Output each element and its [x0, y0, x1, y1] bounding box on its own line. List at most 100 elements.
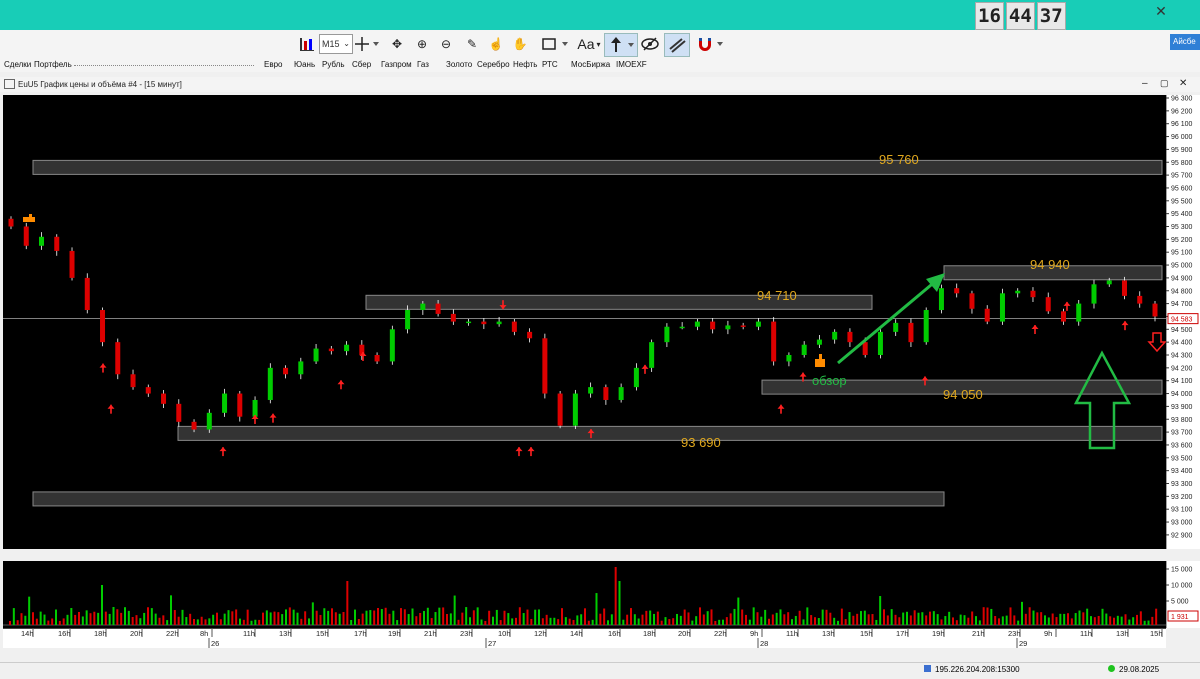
volume-bar: [875, 619, 878, 625]
volume-bar: [971, 611, 974, 625]
chart-bars-icon[interactable]: [298, 33, 316, 55]
right-panel-button[interactable]: Айсбе: [1170, 34, 1200, 50]
candle-body: [267, 367, 273, 400]
maximize-icon[interactable]: ▢: [1160, 78, 1169, 89]
price-tick-label: 93 500: [1171, 455, 1193, 462]
time-tick-label: 16h: [58, 629, 71, 638]
volume-bar: [771, 614, 774, 625]
instrument-gas[interactable]: Газ: [417, 60, 429, 69]
time-tick-label: 21h: [424, 629, 437, 638]
candle-body: [374, 355, 380, 362]
volume-bar: [702, 614, 705, 625]
hide-drawings-icon[interactable]: [640, 33, 660, 55]
volume-bar: [1009, 607, 1012, 625]
pointer-hand-icon[interactable]: ☝: [488, 33, 504, 55]
candle-body: [1106, 280, 1112, 285]
tab-deals[interactable]: Сделки: [4, 60, 31, 69]
clock-seconds: 37: [1036, 2, 1066, 30]
volume-bar: [515, 617, 517, 625]
instrument-sber[interactable]: Сбер: [352, 60, 371, 69]
volume-bar: [453, 595, 456, 625]
candle-body: [145, 387, 151, 394]
volume-bar: [1063, 613, 1066, 625]
volume-bar: [246, 609, 249, 625]
volume-bar: [691, 620, 694, 625]
minimize-icon[interactable]: –: [1142, 78, 1148, 89]
crosshair-icon[interactable]: [352, 33, 382, 55]
volume-bar: [1040, 612, 1043, 625]
instrument-oil[interactable]: Нефть: [513, 60, 537, 69]
volume-current-label: 1 931: [1171, 614, 1189, 621]
arrow-up-tool-icon[interactable]: [604, 33, 638, 57]
volume-bar: [886, 615, 889, 625]
volume-bar: [909, 615, 912, 625]
hand-icon[interactable]: ✋: [512, 33, 528, 55]
text-tool-icon[interactable]: Aa ▾: [574, 33, 604, 55]
volume-bar: [1044, 615, 1046, 625]
volume-bar: [93, 611, 96, 625]
candle-body: [313, 348, 319, 362]
price-tick-label: 92 900: [1171, 532, 1193, 539]
volume-bar: [687, 612, 690, 625]
level-label: 94 710: [757, 288, 797, 303]
volume-bar: [538, 609, 540, 625]
candle-body: [954, 288, 960, 294]
time-tick-label: 15h: [316, 629, 329, 638]
rectangle-icon[interactable]: [540, 33, 570, 55]
close-icon[interactable]: ✕: [1152, 2, 1170, 20]
volume-bar: [154, 613, 157, 625]
window-close-icon[interactable]: ✕: [1179, 78, 1187, 89]
volume-bar: [158, 617, 161, 625]
instrument-imoexf[interactable]: IMOEXF: [616, 60, 647, 69]
candle-body: [511, 321, 517, 332]
time-tick-label: 11h: [786, 629, 798, 638]
volume-bar: [948, 611, 951, 625]
candle-body: [1152, 303, 1158, 317]
instrument-moex[interactable]: МосБиржа: [571, 60, 610, 69]
candle-body: [191, 421, 197, 430]
candle-body: [1015, 290, 1021, 294]
hand-icon: [23, 214, 35, 222]
volume-bar: [1055, 617, 1058, 625]
instrument-euro[interactable]: Евро: [264, 60, 282, 69]
volume-bar: [200, 616, 203, 625]
candle-body: [679, 326, 685, 329]
volume-bar: [890, 609, 893, 625]
candle-body: [999, 293, 1005, 322]
volume-bar: [43, 614, 46, 625]
magnet-icon[interactable]: [695, 33, 725, 55]
instrument-rts[interactable]: РТС: [542, 60, 558, 69]
volume-bar: [219, 619, 222, 625]
volume-bar: [350, 619, 353, 625]
candle-body: [237, 393, 243, 417]
instrument-gold[interactable]: Золото: [446, 60, 472, 69]
candle-body: [84, 277, 90, 311]
pencil-icon[interactable]: ✎: [464, 33, 480, 55]
volume-bar: [373, 610, 376, 625]
volume-bar: [764, 609, 767, 625]
volume-bar: [124, 607, 126, 625]
move-icon[interactable]: ✥: [389, 33, 405, 55]
zoom-in-icon[interactable]: ⊕: [414, 33, 430, 55]
candle-body: [862, 342, 868, 355]
volume-bar: [227, 610, 230, 625]
timeframe-select[interactable]: M15 ⌄: [319, 34, 353, 54]
tab-portfolio[interactable]: Портфель: [34, 60, 72, 69]
signal-up-arrow-head: [799, 372, 807, 377]
volume-bar: [867, 614, 870, 625]
volume-bar: [20, 613, 23, 625]
volume-bar: [725, 617, 728, 625]
zoom-out-icon[interactable]: ⊖: [438, 33, 454, 55]
candle-body: [100, 310, 106, 343]
lines-tool-icon[interactable]: [664, 33, 690, 57]
instrument-silver[interactable]: Серебро: [477, 60, 510, 69]
volume-bar: [756, 612, 759, 625]
volume-bar: [1024, 613, 1027, 625]
instrument-ruble[interactable]: Рубль: [322, 60, 344, 69]
volume-bar: [653, 613, 655, 625]
candle-body: [664, 326, 670, 343]
instrument-gazprom[interactable]: Газпром: [381, 60, 412, 69]
price-chart[interactable]: 95 760 94 710 94 940 94 050 93 690 обзор: [3, 95, 1167, 549]
instrument-yuan[interactable]: Юань: [294, 60, 315, 69]
volume-bar: [85, 610, 88, 625]
